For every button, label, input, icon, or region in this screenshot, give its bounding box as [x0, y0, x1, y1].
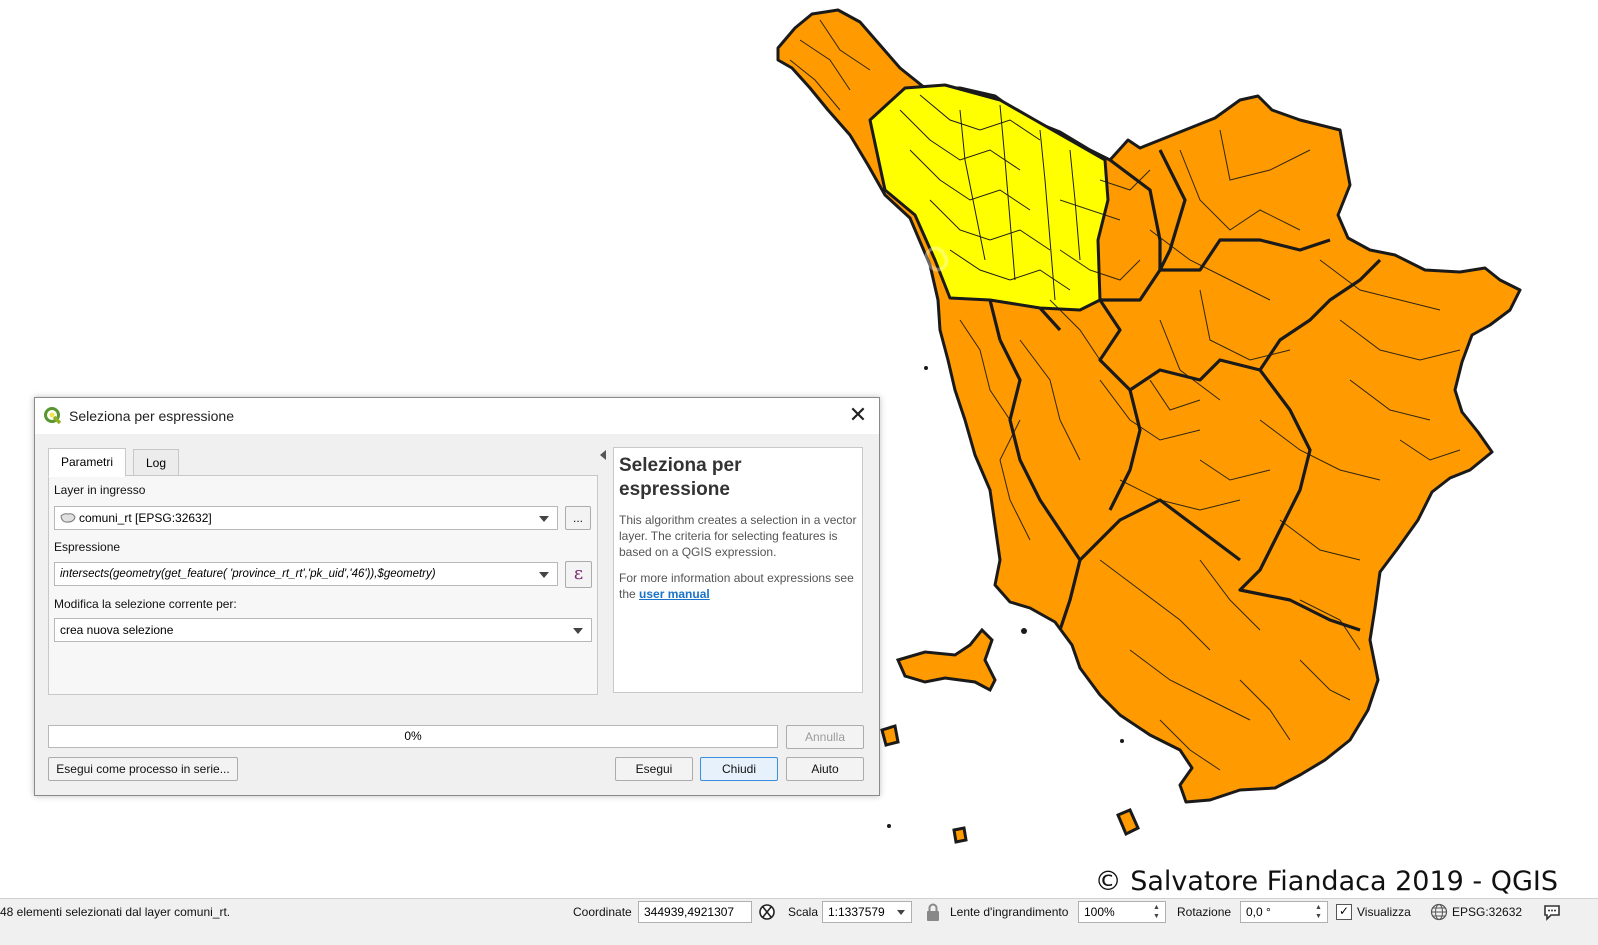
help-title: Seleziona per espressione [619, 455, 742, 500]
close-button[interactable]: Chiudi [700, 757, 778, 781]
messages-icon[interactable] [1542, 902, 1562, 922]
run-button[interactable]: Esegui [615, 757, 693, 781]
magnifier-label: Lente d'ingrandimento [950, 905, 1069, 919]
qgis-logo-icon [44, 407, 62, 425]
copyright-label: © Salvatore Fiandaca 2019 - QGIS [1094, 866, 1558, 897]
chevron-down-icon [573, 628, 583, 634]
expression-label: Espressione [54, 540, 121, 554]
magnifier-value: 100% [1084, 905, 1115, 919]
globe-icon[interactable] [1430, 903, 1448, 921]
help-button[interactable]: Aiuto [786, 757, 864, 781]
scale-label: Scala [788, 905, 819, 919]
expression-input[interactable]: intersects(geometry(get_feature( 'provin… [54, 562, 558, 586]
chevron-down-icon [897, 910, 905, 915]
close-icon[interactable]: ✕ [845, 403, 871, 429]
coordinate-value: 344939,4921307 [644, 905, 735, 919]
status-bar: 48 elementi selezionati dal layer comuni… [0, 898, 1598, 945]
render-checkbox[interactable]: ✓ [1336, 904, 1352, 920]
help-more-info: For more information about expressions s… [619, 570, 857, 602]
spin-up-icon[interactable]: ▲ [1315, 903, 1325, 912]
select-by-expression-dialog: Seleziona per espressione ✕ Parametri Lo… [34, 397, 880, 796]
modify-selection-value: crea nuova selezione [60, 623, 174, 637]
coordinate-field[interactable]: 344939,4921307 [638, 901, 752, 923]
magnifier-spinbox[interactable]: 100% ▲ ▼ [1078, 901, 1166, 923]
rotation-value: 0,0 ° [1246, 905, 1271, 919]
expression-builder-button[interactable]: ε [565, 561, 592, 588]
dialog-titlebar[interactable]: Seleziona per espressione ✕ [35, 398, 879, 434]
chevron-down-icon [539, 572, 549, 578]
spin-down-icon[interactable]: ▼ [1315, 912, 1325, 921]
collapse-help-icon[interactable] [600, 450, 606, 460]
input-layer-label: Layer in ingresso [54, 483, 146, 497]
progress-text: 0% [404, 729, 422, 743]
chevron-down-icon [539, 516, 549, 522]
spin-up-icon[interactable]: ▲ [1153, 903, 1163, 912]
rotation-label: Rotazione [1177, 905, 1232, 919]
user-manual-link[interactable]: user manual [639, 587, 710, 601]
tab-parametri[interactable]: Parametri [48, 448, 127, 477]
modify-selection-select[interactable]: crea nuova selezione [54, 618, 592, 642]
lock-icon[interactable] [925, 902, 941, 922]
scale-select[interactable]: 1:1337579 [822, 901, 912, 923]
coordinate-label: Coordinate [573, 905, 632, 919]
spin-down-icon[interactable]: ▼ [1153, 912, 1163, 921]
tab-log[interactable]: Log [133, 449, 180, 476]
status-message: 48 elementi selezionati dal layer comuni… [0, 905, 231, 919]
input-layer-select[interactable]: comuni_rt [EPSG:32632] [54, 506, 558, 530]
rotation-spinbox[interactable]: 0,0 ° ▲ ▼ [1240, 901, 1328, 923]
modify-selection-label: Modifica la selezione corrente per: [54, 597, 237, 611]
browse-button[interactable]: ... [565, 506, 591, 530]
scale-value: 1:1337579 [828, 905, 885, 919]
render-label: Visualizza [1357, 905, 1411, 919]
help-panel: Seleziona per espressione This algorithm… [613, 447, 863, 693]
cancel-button[interactable]: Annulla [786, 725, 864, 749]
polygon-layer-icon [60, 513, 76, 523]
input-layer-value: comuni_rt [EPSG:32632] [79, 511, 212, 525]
progress-bar: 0% [48, 725, 778, 748]
crs-label[interactable]: EPSG:32632 [1452, 905, 1522, 919]
expression-value: intersects(geometry(get_feature( 'provin… [60, 568, 436, 580]
help-description: This algorithm creates a selection in a … [619, 513, 857, 559]
mouse-coordinates-icon[interactable] [757, 902, 777, 922]
batch-process-button[interactable]: Esegui come processo in serie... [48, 757, 238, 781]
dialog-title: Seleziona per espressione [69, 408, 234, 424]
